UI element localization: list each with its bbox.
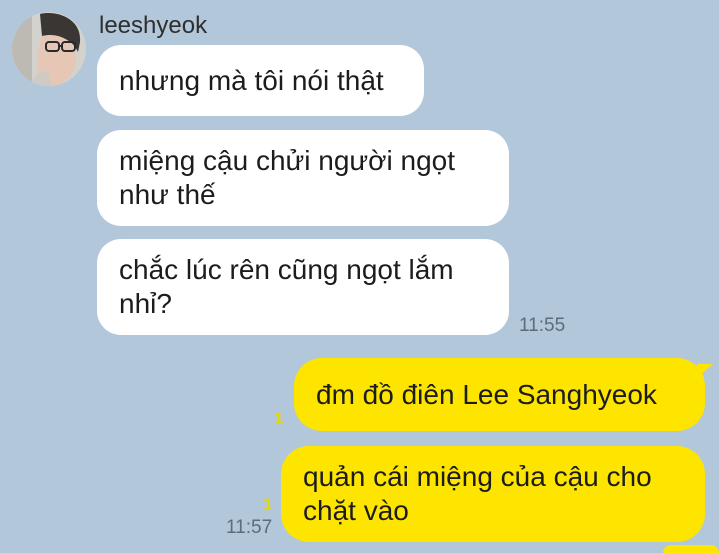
message-text: đm đồ điên Lee Sanghyeok [316, 378, 657, 410]
message-timestamp: 11:55 [519, 315, 566, 336]
message-text: chắc lúc rên cũng ngọt lắm nhỉ? [119, 254, 454, 319]
unread-count: 1 [263, 495, 273, 514]
bubble-tail [697, 364, 713, 378]
message-text: nhưng mà tôi nói thật [119, 64, 384, 96]
message-bubble-outgoing[interactable]: đm đồ điên Lee Sanghyeok [294, 358, 705, 431]
message-bubble-incoming[interactable]: miệng cậu chửi người ngọt như thế [97, 130, 509, 226]
message-bubble-outgoing[interactable]: quản cái miệng của cậu cho chặt vào [281, 446, 705, 542]
sender-name: leeshyeok [99, 12, 208, 39]
avatar[interactable] [12, 12, 86, 86]
message-text: miệng cậu chửi người ngọt như thế [119, 145, 456, 210]
message-bubble-outgoing-partial [663, 545, 719, 553]
message-timestamp: 11:57 [226, 517, 273, 538]
message-bubble-incoming[interactable]: nhưng mà tôi nói thật [97, 45, 424, 116]
message-text: quản cái miệng của cậu cho chặt vào [303, 461, 652, 526]
profile-photo-icon [12, 12, 86, 86]
unread-count: 1 [274, 409, 284, 428]
message-bubble-incoming[interactable]: chắc lúc rên cũng ngọt lắm nhỉ? [97, 239, 509, 335]
